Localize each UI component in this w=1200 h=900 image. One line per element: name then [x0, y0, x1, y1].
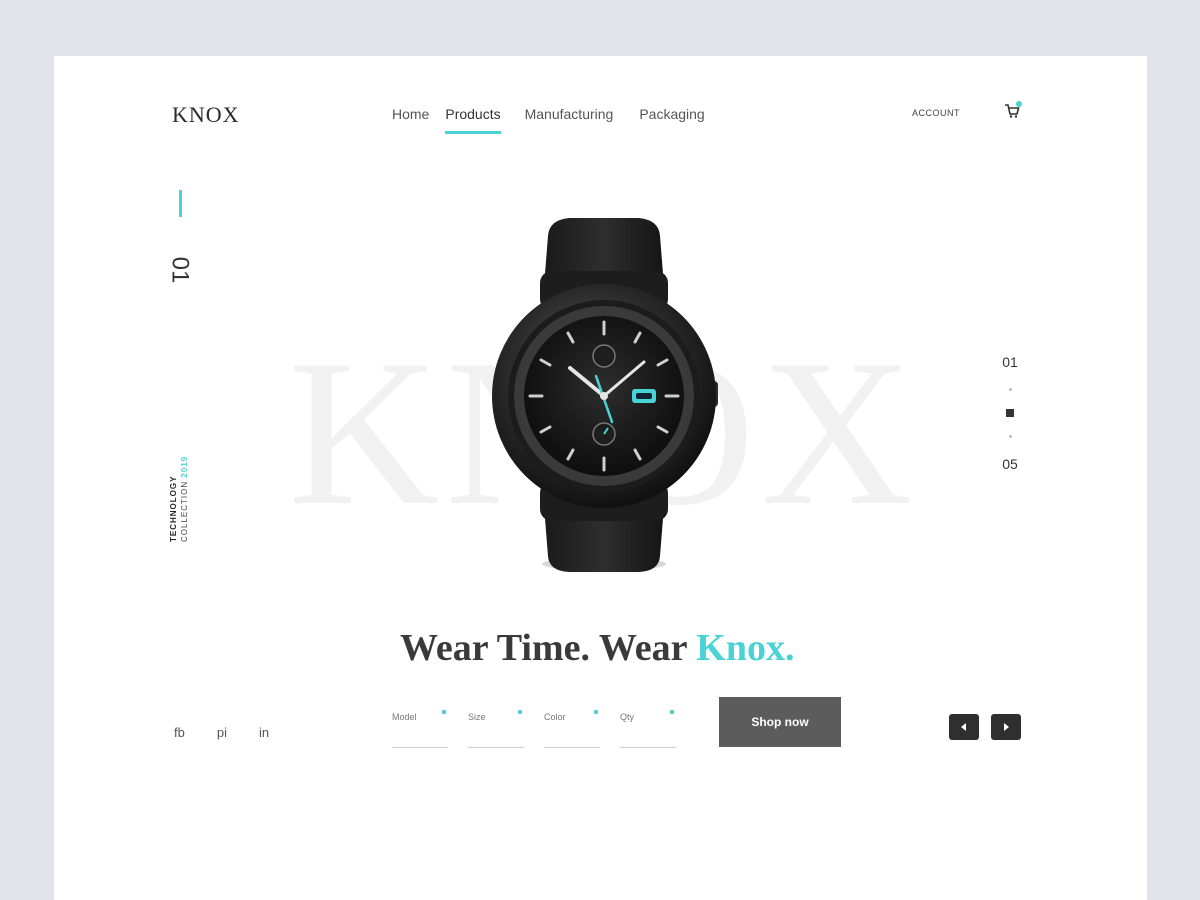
social-linkedin[interactable]: in [259, 725, 269, 740]
collection-label: TECHNOLOGY COLLECTION 2019 [168, 412, 190, 542]
slide-number: 01 [166, 256, 194, 284]
chevron-down-icon [594, 710, 598, 714]
pager-dot[interactable] [1008, 435, 1012, 438]
pager-current: 01 [1002, 354, 1018, 370]
arrow-left-icon [961, 723, 966, 731]
size-select[interactable]: Size [468, 707, 524, 748]
prev-slide-button[interactable] [949, 714, 979, 740]
account-link[interactable]: ACCOUNT [912, 108, 960, 118]
nav-home[interactable]: Home [392, 106, 429, 122]
qty-select[interactable]: Qty [620, 707, 676, 748]
qty-select-label: Qty [620, 712, 635, 722]
chevron-down-icon [442, 710, 446, 714]
slide-indicator-line [179, 190, 182, 217]
main-nav: Home Products Manufacturing Packaging [392, 106, 705, 134]
chevron-down-icon [518, 710, 522, 714]
cart-badge [1016, 101, 1022, 107]
collection-name: COLLECTION [180, 480, 189, 542]
hero-tagline: Wear Time. Wear Knox. [400, 626, 794, 670]
social-facebook[interactable]: fb [174, 725, 185, 740]
page-card: KNOX Home Products Manufacturing Packagi… [54, 56, 1147, 900]
tagline-accent: Knox. [696, 627, 795, 669]
product-watch-image [484, 216, 724, 581]
shop-now-button[interactable]: Shop now [719, 697, 841, 747]
nav-packaging[interactable]: Packaging [639, 106, 704, 122]
social-links: fb pi in [174, 725, 269, 740]
model-select[interactable]: Model [392, 707, 448, 748]
nav-products[interactable]: Products [445, 106, 501, 134]
next-slide-button[interactable] [991, 714, 1021, 740]
nav-manufacturing[interactable]: Manufacturing [525, 106, 614, 122]
social-pinterest[interactable]: pi [217, 725, 227, 740]
pager-active-indicator[interactable] [1006, 409, 1014, 417]
model-select-label: Model [392, 712, 417, 722]
arrow-right-icon [1004, 723, 1009, 731]
tagline-text: Wear Time. Wear [400, 627, 697, 669]
chevron-down-icon [670, 710, 674, 714]
collection-technology: TECHNOLOGY [169, 475, 178, 542]
collection-year: 2019 [180, 455, 189, 478]
size-select-label: Size [468, 712, 486, 722]
pager-total: 05 [1002, 456, 1018, 472]
product-options: Model Size Color Qty [392, 707, 676, 748]
color-select[interactable]: Color [544, 707, 600, 748]
color-select-label: Color [544, 712, 566, 722]
brand-logo[interactable]: KNOX [172, 102, 240, 128]
slide-pager: 01 05 [998, 354, 1022, 472]
cart-icon[interactable] [1004, 101, 1022, 119]
pager-dot[interactable] [1008, 388, 1012, 391]
